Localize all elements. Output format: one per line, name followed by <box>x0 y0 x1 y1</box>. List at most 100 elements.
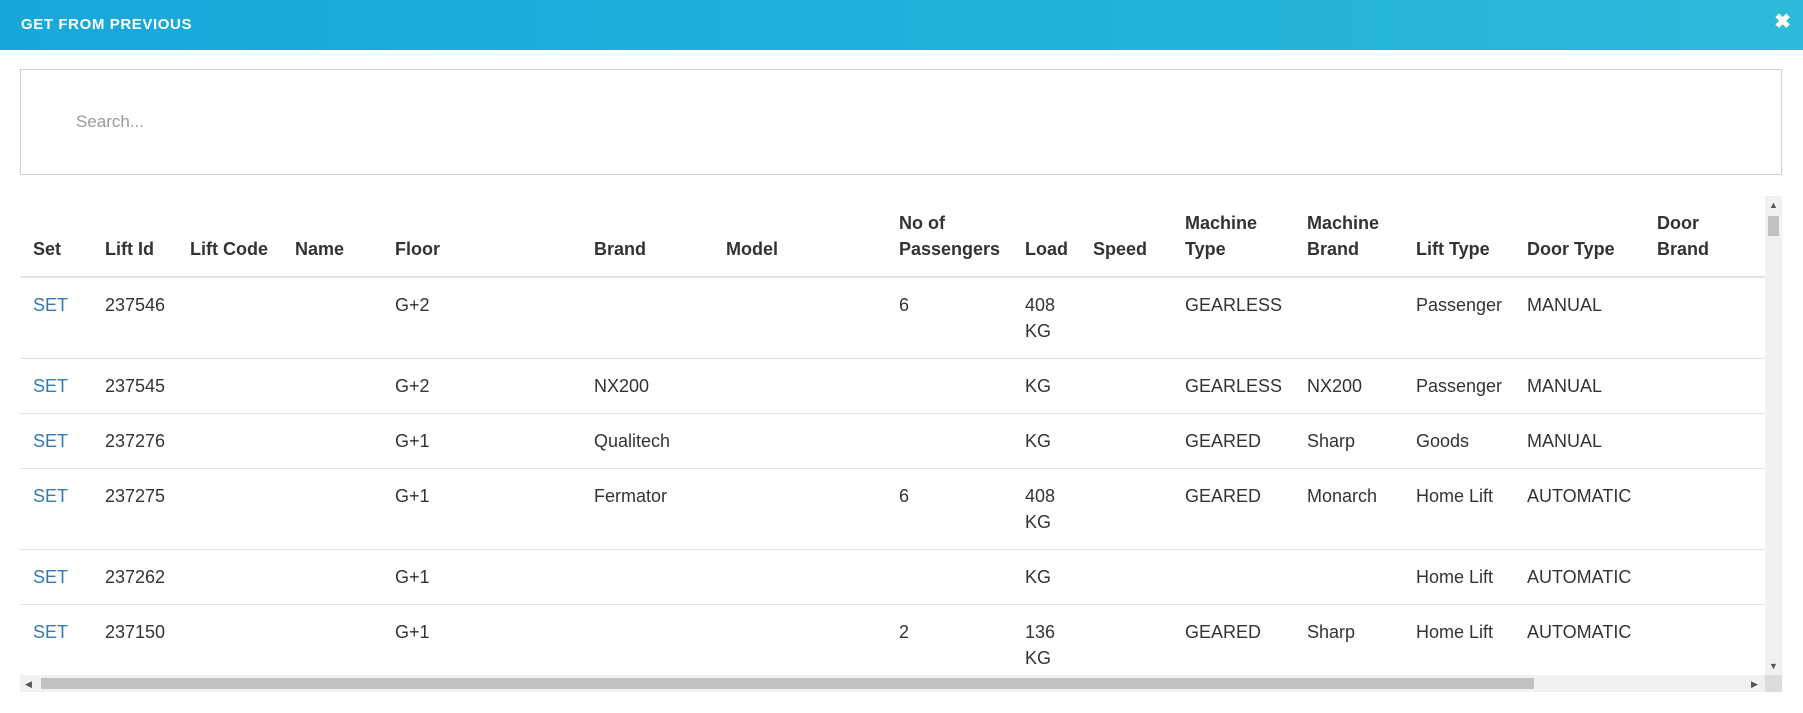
column-header: Floor <box>382 196 581 278</box>
cell-brand: NX200 <box>581 358 713 414</box>
results-table: Set Lift Id Lift Code Name Floor Brand Model No… <box>20 196 1765 675</box>
cell-door-brand <box>1644 604 1753 675</box>
column-header: Load <box>1012 196 1080 278</box>
cell-door-brand <box>1644 358 1753 414</box>
column-header: No of Passengers <box>886 196 1012 278</box>
set-link[interactable]: SET <box>33 567 68 587</box>
cell-door-brand <box>1644 276 1753 359</box>
cell-set: SET <box>20 468 92 550</box>
set-link[interactable]: SET <box>33 486 68 506</box>
column-header: Lift Code <box>177 196 282 278</box>
cell-load: KG <box>1012 358 1080 414</box>
column-header: Model <box>713 196 886 278</box>
cell-machine-type: GEARLESS <box>1172 276 1294 359</box>
set-link[interactable]: SET <box>33 622 68 642</box>
cell-passengers: 6 <box>886 276 1012 359</box>
cell-lift-code <box>177 413 282 469</box>
cell-model <box>713 604 886 675</box>
cell-machine-type: GEARLESS <box>1172 358 1294 414</box>
cell-name <box>282 549 382 605</box>
cell-cabin-brand <box>1753 358 1765 414</box>
table-header-row: Set Lift Id Lift Code Name Floor Brand Model No… <box>20 196 1765 278</box>
cell-load: KG <box>1012 413 1080 469</box>
column-header: Brand <box>581 196 713 278</box>
cell-set: SET <box>20 358 92 414</box>
cell-floor: G+1 <box>382 604 581 675</box>
cell-lift-code <box>177 604 282 675</box>
cell-model <box>713 413 886 469</box>
cell-lift-type: Goods <box>1403 413 1514 469</box>
cell-door-type: AUTOMATIC <box>1514 468 1644 550</box>
cell-lift-type: Home Lift <box>1403 549 1514 605</box>
scroll-down-icon[interactable]: ▼ <box>1769 661 1778 671</box>
cell-machine-type <box>1172 549 1294 605</box>
cell-passengers <box>886 358 1012 414</box>
scroll-right-icon[interactable]: ▶ <box>1751 679 1758 689</box>
column-header: Door Brand <box>1644 196 1753 278</box>
close-icon[interactable]: ✖ <box>1774 12 1791 32</box>
cell-lift-id: 237545 <box>92 358 177 414</box>
cell-machine-brand: Sharp <box>1294 413 1403 469</box>
column-header: Machine Brand <box>1294 196 1403 278</box>
cell-set: SET <box>20 276 92 359</box>
cell-door-brand <box>1644 549 1753 605</box>
search-input[interactable] <box>22 71 1780 173</box>
column-header: Lift Id <box>92 196 177 278</box>
table-row: SET 237262 G+1 KG Home Lift AUTOMATIC <box>20 549 1765 605</box>
cell-lift-id: 237275 <box>92 468 177 550</box>
cell-machine-brand: NX200 <box>1294 358 1403 414</box>
cell-load: KG <box>1012 549 1080 605</box>
cell-floor: G+1 <box>382 413 581 469</box>
cell-brand: Fermator <box>581 468 713 550</box>
cell-lift-id: 237276 <box>92 413 177 469</box>
cell-machine-brand: Sharp <box>1294 604 1403 675</box>
cell-load: 408 KG <box>1012 276 1080 359</box>
vertical-scrollbar[interactable]: ▲ ▼ <box>1765 196 1782 675</box>
column-header: Speed <box>1080 196 1172 278</box>
cell-door-brand <box>1644 468 1753 550</box>
cell-name <box>282 276 382 359</box>
cell-speed <box>1080 358 1172 414</box>
cell-brand <box>581 276 713 359</box>
column-header: Door Type <box>1514 196 1644 278</box>
set-link[interactable]: SET <box>33 295 68 315</box>
table-row: SET 237545 G+2 NX200 KG GEARLESS NX200 Passenge… <box>20 358 1765 414</box>
cell-machine-brand: Monarch <box>1294 468 1403 550</box>
cell-lift-type: Home Lift <box>1403 468 1514 550</box>
column-header: Name <box>282 196 382 278</box>
cell-machine-type: GEARED <box>1172 468 1294 550</box>
cell-cabin-brand <box>1753 549 1765 605</box>
vertical-scroll-thumb[interactable] <box>1768 216 1779 236</box>
modal-title: GET FROM PREVIOUS <box>21 16 193 33</box>
cell-machine-brand <box>1294 549 1403 605</box>
horizontal-scroll-thumb[interactable] <box>41 678 1534 689</box>
cell-door-type: AUTOMATIC <box>1514 549 1644 605</box>
cell-door-type: MANUAL <box>1514 413 1644 469</box>
scroll-up-icon[interactable]: ▲ <box>1769 200 1778 210</box>
set-link[interactable]: SET <box>33 376 68 396</box>
cell-lift-id: 237150 <box>92 604 177 675</box>
cell-lift-type: Passenger <box>1403 276 1514 359</box>
cell-model <box>713 358 886 414</box>
cell-name <box>282 468 382 550</box>
cell-speed <box>1080 468 1172 550</box>
cell-name <box>282 604 382 675</box>
results-table-viewport: Set Lift Id Lift Code Name Floor Brand Model No… <box>20 196 1765 675</box>
cell-brand <box>581 604 713 675</box>
cell-set: SET <box>20 413 92 469</box>
cell-brand: Qualitech <box>581 413 713 469</box>
cell-cabin-brand <box>1753 276 1765 359</box>
cell-speed <box>1080 276 1172 359</box>
cell-cabin-brand <box>1753 413 1765 469</box>
table-row: SET 237150 G+1 2 136 KG GEARED Sharp Home Lift A… <box>20 604 1765 675</box>
cell-load: 408 KG <box>1012 468 1080 550</box>
cell-passengers <box>886 413 1012 469</box>
modal-header: GET FROM PREVIOUS ✖ <box>0 0 1803 50</box>
cell-speed <box>1080 604 1172 675</box>
cell-load: 136 KG <box>1012 604 1080 675</box>
horizontal-scrollbar[interactable]: ◀ ▶ <box>20 675 1765 692</box>
cell-name <box>282 358 382 414</box>
set-link[interactable]: SET <box>33 431 68 451</box>
scroll-left-icon[interactable]: ◀ <box>25 679 32 689</box>
cell-cabin-brand <box>1753 468 1765 550</box>
